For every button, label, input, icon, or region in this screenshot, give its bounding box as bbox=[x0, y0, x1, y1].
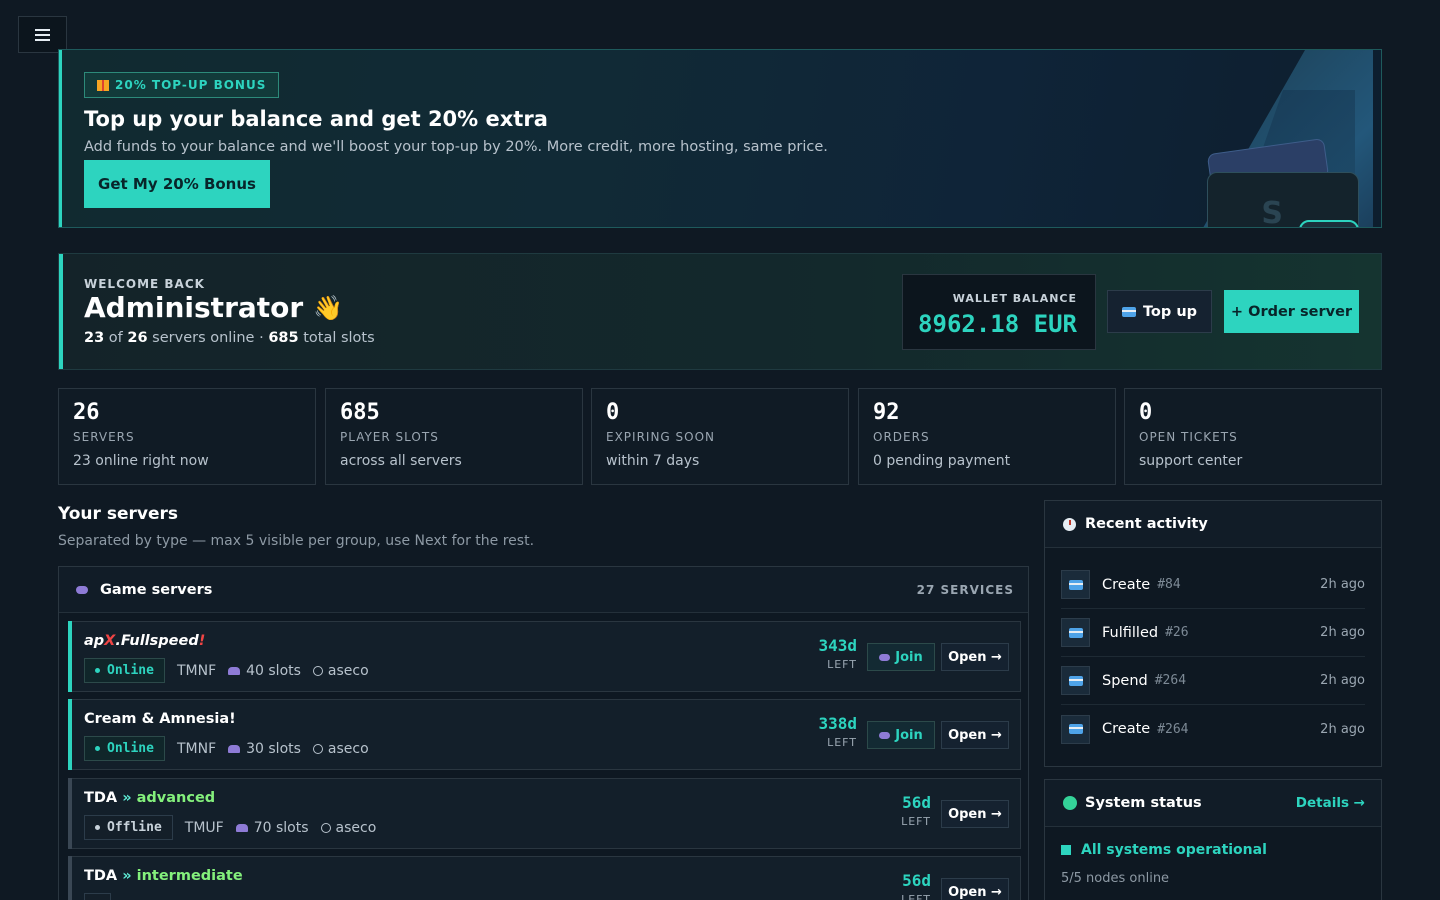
slot-count: 40 slots bbox=[246, 662, 301, 679]
server-row[interactable]: TDA » intermediate 56d LEFT Open → bbox=[68, 856, 1021, 900]
activity-item[interactable]: Create #84 2h ago bbox=[1061, 561, 1365, 609]
get-bonus-button[interactable]: Get My 20% Bonus bbox=[84, 160, 270, 208]
stat-player-slots: 685 PLAYER SLOTS across all servers bbox=[325, 388, 583, 485]
system-header: System status Details → bbox=[1045, 780, 1381, 827]
promo-title: Top up your balance and get 20% extra bbox=[84, 107, 548, 131]
days-left: 338d LEFT bbox=[818, 714, 857, 749]
server-name: TDA » intermediate bbox=[84, 868, 243, 884]
game-type: TMNF bbox=[176, 662, 217, 679]
logo-icon: S bbox=[1261, 196, 1283, 228]
card-icon bbox=[1121, 306, 1136, 317]
clock-icon bbox=[1063, 517, 1076, 531]
users-icon bbox=[228, 744, 241, 753]
users-icon bbox=[235, 823, 248, 832]
days-left: 343d LEFT bbox=[818, 636, 857, 671]
details-link[interactable]: Details → bbox=[1296, 795, 1365, 811]
stat-expiring-soon: 0 EXPIRING SOON within 7 days bbox=[591, 388, 849, 485]
card-icon bbox=[1068, 579, 1083, 590]
join-button[interactable]: Join bbox=[867, 643, 935, 671]
server-name: Cream & Amnesia! bbox=[84, 711, 236, 727]
gift-icon bbox=[97, 79, 109, 91]
server-row[interactable]: apX.Fullspeed! Online TMNF 40 slots asec… bbox=[68, 621, 1021, 692]
promo-subtitle: Add funds to your balance and we'll boos… bbox=[84, 139, 828, 155]
status-badge: Online bbox=[84, 736, 165, 761]
gamepad-icon bbox=[879, 653, 891, 661]
card-icon bbox=[1068, 675, 1083, 686]
group-header: Game servers 27 SERVICES bbox=[59, 567, 1028, 613]
order-server-button[interactable]: + Order server bbox=[1224, 290, 1359, 333]
status-badge: Online bbox=[84, 658, 165, 683]
wallet-balance: WALLET BALANCE 8962.18 EUR bbox=[902, 274, 1096, 350]
open-button[interactable]: Open → bbox=[941, 643, 1009, 671]
status-square-icon bbox=[1061, 845, 1071, 855]
welcome-kicker: WELCOME BACK bbox=[84, 277, 205, 291]
gear-icon bbox=[312, 743, 323, 754]
welcome-name: Administrator 👋 bbox=[84, 291, 344, 324]
status-indicator-icon bbox=[1063, 796, 1077, 810]
controller: aseco bbox=[335, 819, 377, 836]
system-status-text: All systems operational bbox=[1061, 842, 1267, 858]
wallet-clasp bbox=[1299, 220, 1359, 227]
activity-item[interactable]: Fulfilled #26 2h ago bbox=[1061, 609, 1365, 657]
open-button[interactable]: Open → bbox=[941, 800, 1009, 828]
group-count: 27 SERVICES bbox=[916, 582, 1014, 597]
join-button[interactable]: Join bbox=[867, 721, 935, 749]
top-up-button[interactable]: Top up bbox=[1107, 290, 1212, 333]
server-name: apX.Fullspeed! bbox=[84, 633, 206, 649]
recent-activity-panel: Recent activity Create #84 2h ago Fulfil… bbox=[1044, 500, 1382, 767]
controller: aseco bbox=[327, 662, 369, 679]
card-icon bbox=[1068, 724, 1083, 734]
server-name: TDA » advanced bbox=[84, 790, 216, 806]
stat-servers: 26 SERVERS 23 online right now bbox=[58, 388, 316, 485]
nodes-online: 5/5 nodes online bbox=[1061, 871, 1170, 886]
welcome-panel: WELCOME BACK Administrator 👋 23 of 26 se… bbox=[58, 253, 1382, 370]
activity-item[interactable]: Create #264 2h ago bbox=[1061, 705, 1365, 753]
status-badge bbox=[84, 893, 111, 900]
open-button[interactable]: Open → bbox=[941, 878, 1009, 900]
game-servers-group: Game servers 27 SERVICES apX.Fullspeed! … bbox=[58, 566, 1029, 900]
days-left: 56d LEFT bbox=[901, 871, 931, 900]
activity-header: Recent activity bbox=[1045, 501, 1381, 548]
wallet-value: 8962.18 EUR bbox=[918, 310, 1077, 338]
menu-icon bbox=[35, 28, 50, 31]
welcome-summary: 23 of 26 servers online · 685 total slot… bbox=[84, 330, 375, 346]
system-status-panel: System status Details → All systems oper… bbox=[1044, 779, 1382, 900]
wave-icon: 👋 bbox=[313, 293, 344, 322]
slot-count: 70 slots bbox=[253, 819, 309, 836]
activity-item[interactable]: Spend #264 2h ago bbox=[1061, 657, 1365, 705]
game-type: TMNF bbox=[176, 740, 217, 757]
menu-button[interactable] bbox=[18, 16, 67, 53]
servers-title: Your servers bbox=[58, 504, 178, 524]
game-type: TMUF bbox=[184, 819, 224, 836]
controller: aseco bbox=[327, 740, 369, 757]
wallet-label: WALLET BALANCE bbox=[952, 292, 1077, 305]
promo-banner: S 20% TOP-UP BONUS Top up your balance a… bbox=[58, 49, 1382, 228]
promo-badge: 20% TOP-UP BONUS bbox=[84, 72, 280, 98]
days-left: 56d LEFT bbox=[901, 793, 931, 828]
stat-open-tickets: 0 OPEN TICKETS support center bbox=[1124, 388, 1382, 485]
server-row[interactable]: TDA » advanced Offline TMUF 70 slots ase… bbox=[68, 778, 1021, 849]
stat-orders: 92 ORDERS 0 pending payment bbox=[858, 388, 1116, 485]
gamepad-icon bbox=[879, 731, 891, 739]
card-icon bbox=[1068, 627, 1083, 638]
status-badge: Offline bbox=[84, 815, 173, 840]
open-button[interactable]: Open → bbox=[941, 721, 1009, 749]
server-row[interactable]: Cream & Amnesia! Online TMNF 30 slots as… bbox=[68, 699, 1021, 770]
users-icon bbox=[228, 666, 241, 675]
gear-icon bbox=[320, 822, 331, 833]
servers-subtitle: Separated by type — max 5 visible per gr… bbox=[58, 533, 535, 549]
slot-count: 30 slots bbox=[246, 740, 301, 757]
gear-icon bbox=[312, 665, 323, 676]
gamepad-icon bbox=[76, 585, 88, 594]
group-title: Game servers bbox=[100, 581, 213, 598]
